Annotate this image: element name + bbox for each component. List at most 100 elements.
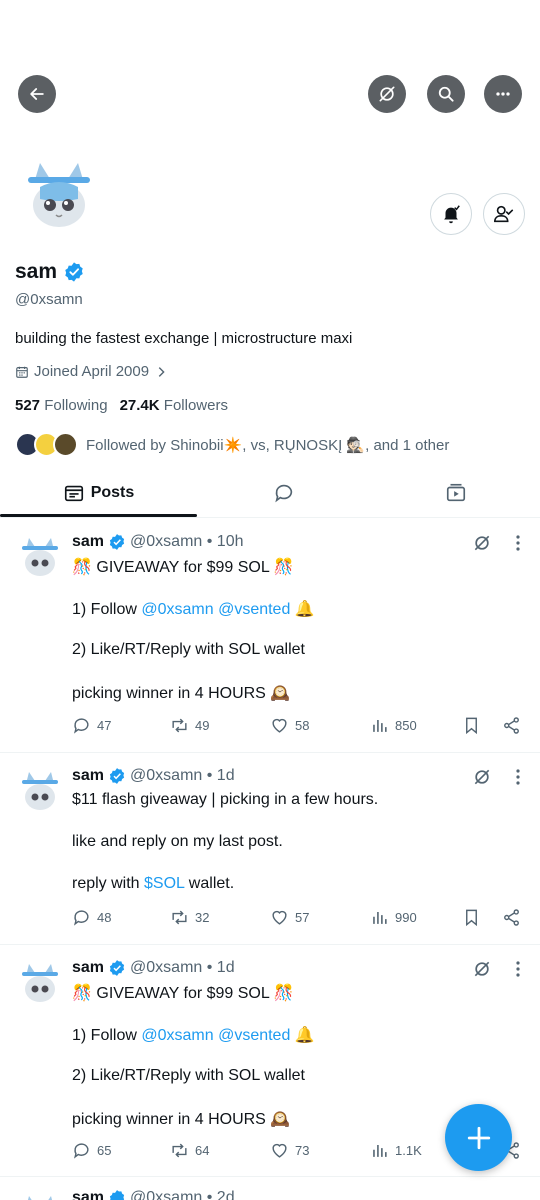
post-author-name[interactable]: sam	[72, 1189, 104, 1200]
search-button[interactable]	[427, 75, 465, 113]
like-count: 57	[295, 910, 310, 925]
verified-badge-icon	[63, 261, 85, 283]
grok-icon	[379, 86, 395, 102]
mention-link[interactable]: @0xsamn @vsented	[141, 601, 290, 618]
post-item[interactable]: sam @0xsamn • 2d	[0, 1177, 540, 1200]
post-item[interactable]: sam @0xsamn • 1d $11 flash giveaway | pi…	[0, 753, 540, 945]
views-icon	[373, 911, 387, 924]
following-label: Following	[44, 397, 108, 414]
tab-posts-label: Posts	[90, 484, 135, 501]
following-button[interactable]	[483, 193, 525, 235]
post-author-name[interactable]: sam	[72, 767, 104, 785]
post-meta: @0xsamn • 1d	[130, 959, 235, 976]
media-icon	[446, 483, 465, 502]
followed-by-row[interactable]: Followed by Shinobii✴️, vs, RŲNOSKĮ 🕵🏻, …	[15, 432, 449, 457]
like-button[interactable]: 57	[270, 908, 309, 927]
post-text-line: picking winner in 4 HOURS 🕰️	[72, 1111, 291, 1128]
post-avatar[interactable]	[16, 767, 64, 815]
reply-icon	[73, 910, 89, 926]
profile-bio: building the fastest exchange | microstr…	[15, 330, 353, 347]
grok-icon[interactable]	[472, 959, 492, 979]
profile-tabs: Posts	[0, 470, 540, 518]
cashtag-link[interactable]: $SOL	[144, 875, 184, 892]
repost-button[interactable]: 64	[170, 1141, 209, 1160]
follower-avatar	[53, 432, 78, 457]
view-count: 850	[395, 718, 417, 733]
followers-label: Followers	[163, 397, 228, 414]
post-avatar[interactable]	[16, 959, 64, 1007]
calendar-icon	[16, 366, 28, 378]
post-header: sam @0xsamn • 1d	[72, 959, 235, 977]
post-item[interactable]: sam @0xsamn • 10h 🎊 GIVEAWAY for $99 SOL…	[0, 519, 540, 753]
post-text-line: 1) Follow @0xsamn @vsented 🔔	[72, 599, 315, 619]
bookmark-button[interactable]	[462, 716, 481, 735]
posts-icon	[64, 485, 83, 502]
profile-handle: @0xsamn	[15, 291, 83, 308]
post-text-line: 2) Like/RT/Reply with SOL wallet	[72, 1067, 305, 1084]
post-header: sam @0xsamn • 10h	[72, 533, 243, 551]
view-count: 1.1K	[395, 1143, 422, 1158]
tab-media[interactable]	[371, 470, 540, 516]
repost-count: 64	[195, 1143, 210, 1158]
repost-icon	[172, 910, 187, 925]
post-text: reply with	[72, 875, 145, 892]
arrow-left-icon	[30, 88, 44, 100]
notifications-button[interactable]	[430, 193, 472, 235]
mention-link[interactable]: @0xsamn @vsented	[141, 1027, 290, 1044]
bookmark-icon	[466, 909, 477, 927]
post-text-line: picking winner in 4 HOURS 🕰️	[72, 685, 291, 702]
grok-icon[interactable]	[472, 533, 492, 553]
more-button[interactable]	[484, 75, 522, 113]
back-button[interactable]	[18, 75, 56, 113]
reply-button[interactable]: 65	[72, 1141, 111, 1160]
reply-button[interactable]: 48	[72, 908, 111, 927]
views-button[interactable]: 850	[370, 716, 417, 735]
repost-icon	[172, 1143, 187, 1158]
followers-count: 27.4K	[119, 397, 160, 414]
followers-link[interactable]: 27.4K Followers	[120, 397, 228, 414]
views-icon	[373, 719, 387, 732]
post-text-line: 🎊 GIVEAWAY for $99 SOL 🎊	[72, 559, 294, 576]
views-button[interactable]: 1.1K	[370, 1141, 422, 1160]
post-header: sam @0xsamn • 1d	[72, 767, 235, 785]
share-button[interactable]	[502, 716, 521, 735]
profile-avatar[interactable]	[18, 155, 100, 237]
compose-post-button[interactable]	[445, 1104, 512, 1171]
share-button[interactable]	[502, 908, 521, 927]
post-avatar[interactable]	[16, 1191, 64, 1200]
more-vertical-icon[interactable]	[514, 533, 522, 553]
post-text: 🔔	[290, 601, 315, 618]
post-text: 1) Follow	[72, 601, 142, 618]
grok-icon[interactable]	[472, 767, 492, 787]
like-button[interactable]: 58	[270, 716, 309, 735]
repost-button[interactable]: 32	[170, 908, 209, 927]
following-link[interactable]: 527 Following	[15, 397, 108, 414]
repost-icon	[172, 718, 187, 733]
more-vertical-icon[interactable]	[514, 767, 522, 787]
post-avatar[interactable]	[16, 533, 64, 581]
bookmark-button[interactable]	[462, 908, 481, 927]
reply-button[interactable]: 47	[72, 716, 111, 735]
tab-replies[interactable]	[197, 470, 371, 516]
views-button[interactable]: 990	[370, 908, 417, 927]
repost-button[interactable]: 49	[170, 716, 209, 735]
share-icon	[504, 717, 519, 734]
post-author-name[interactable]: sam	[72, 959, 104, 977]
following-count: 527	[15, 397, 41, 414]
follow-stats: 527 Following 27.4K Followers	[15, 397, 228, 414]
plus-icon	[467, 1126, 490, 1149]
more-vertical-icon[interactable]	[514, 959, 522, 979]
like-button[interactable]: 73	[270, 1141, 309, 1160]
followed-by-text: Followed by Shinobii✴️, vs, RŲNOSKĮ 🕵🏻, …	[86, 436, 450, 454]
post-author-name[interactable]: sam	[72, 533, 104, 551]
post-text-line: 🎊 GIVEAWAY for $99 SOL 🎊	[72, 985, 294, 1002]
search-icon	[438, 86, 454, 102]
profile-name: sam	[15, 260, 58, 283]
repost-count: 32	[195, 910, 210, 925]
heart-icon	[272, 910, 287, 925]
grok-button[interactable]	[368, 75, 406, 113]
user-check-icon	[494, 205, 514, 223]
post-actions: 47 49 58 850	[72, 716, 532, 740]
tab-posts[interactable]: Posts	[0, 470, 197, 517]
joined-date[interactable]: Joined April 2009	[15, 363, 168, 380]
